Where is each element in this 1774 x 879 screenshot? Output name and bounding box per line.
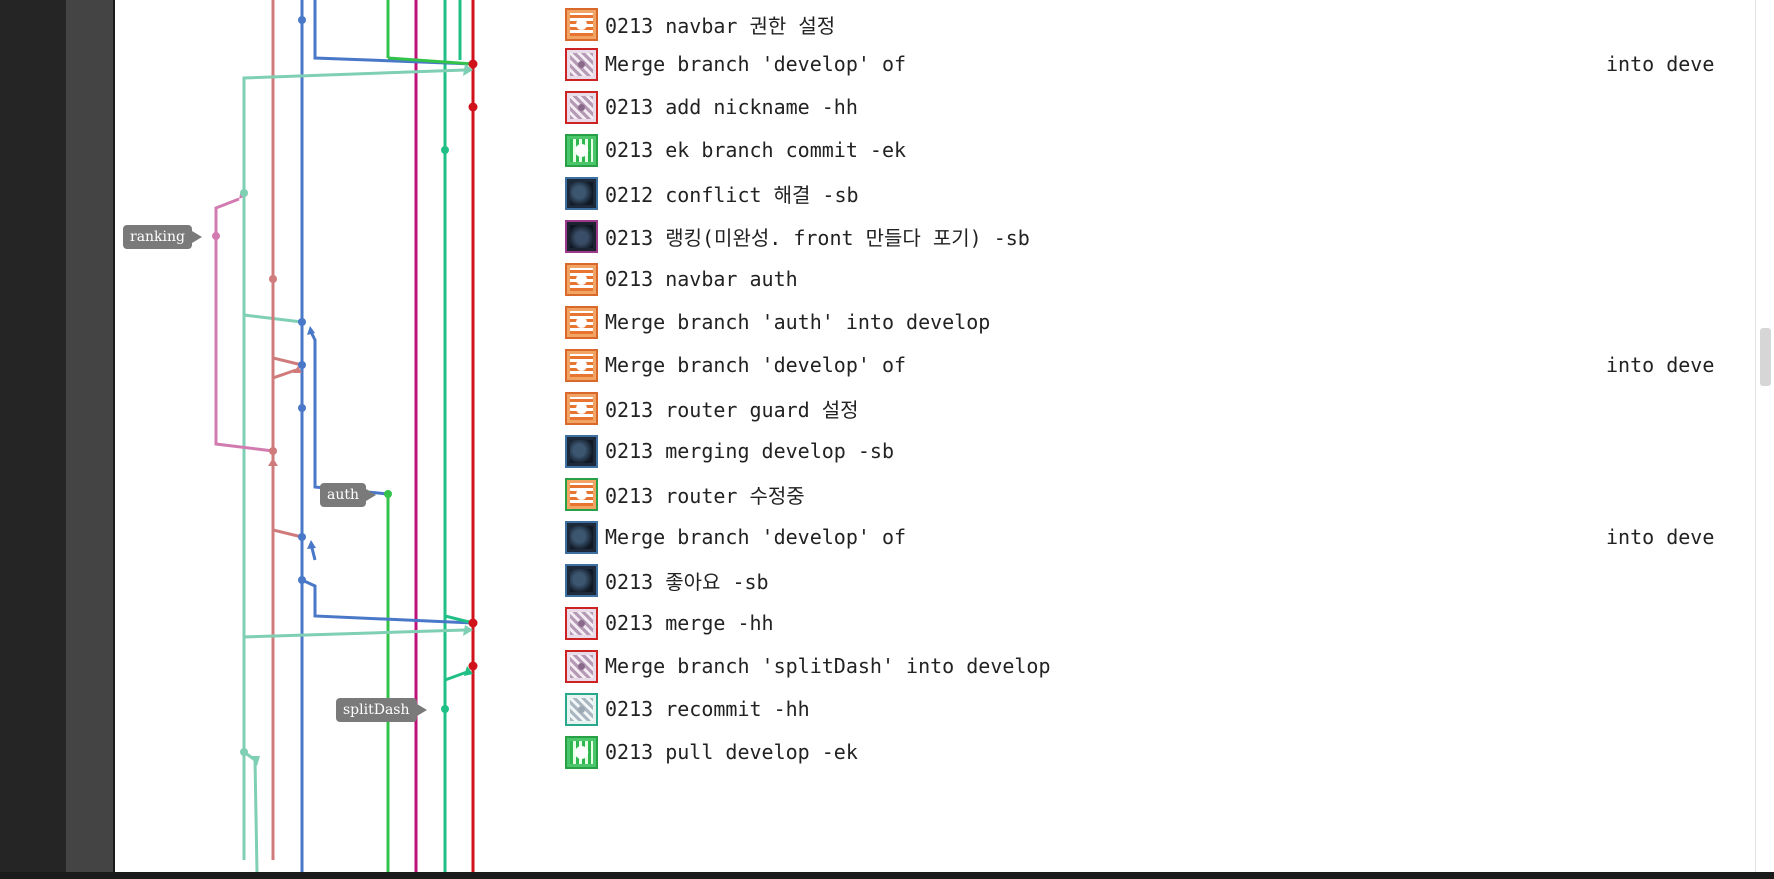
teal-bottom <box>243 750 259 872</box>
author-avatar <box>565 348 598 382</box>
commit-message: 0213 pull develop -ek <box>605 740 858 764</box>
commit-row[interactable]: 0213 랭킹(미완성. front 만들다 포기) -sb <box>565 212 1030 260</box>
commit-message: Merge branch 'develop' of <box>605 52 907 76</box>
commit-message: Merge branch 'splitDash' into develop <box>605 654 1051 678</box>
commit-row[interactable]: Merge branch 'develop' of <box>565 40 906 88</box>
teal-merge-2 <box>242 628 466 860</box>
commit-message: Merge branch 'develop' of <box>605 525 907 549</box>
commit-dot <box>441 705 449 713</box>
bottom-edge <box>0 872 1774 879</box>
author-avatar <box>565 262 598 296</box>
commit-history-view: ranking auth splitDash 0213 navbar 권한 설정… <box>115 0 1755 872</box>
author-avatar <box>565 563 598 597</box>
author-avatar <box>565 606 598 640</box>
commit-dot <box>240 189 248 197</box>
salmon-to-blue-2 <box>271 465 303 539</box>
commit-message: 0213 랭킹(미완성. front 만들다 포기) -sb <box>605 225 1030 250</box>
commit-message: 0213 add nickname -hh <box>605 95 858 119</box>
vertical-scrollbar[interactable] <box>1755 0 1774 872</box>
scrollbar-thumb[interactable] <box>1760 328 1771 386</box>
author-avatar <box>565 219 598 253</box>
commit-message: 0213 router 수정중 <box>605 483 805 508</box>
commit-dot <box>468 661 478 671</box>
commit-row[interactable]: 0213 ek branch commit -ek <box>565 126 906 174</box>
commit-row[interactable]: 0213 pull develop -ek <box>565 728 858 776</box>
commit-graph <box>212 0 478 872</box>
author-avatar <box>565 176 598 210</box>
commit-row[interactable]: Merge branch 'develop' of <box>565 513 906 561</box>
author-avatar <box>565 477 598 511</box>
arrowhead <box>307 326 315 335</box>
commit-message: 0212 conflict 해결 -sb <box>605 182 859 207</box>
commit-row[interactable]: 0213 router guard 설정 <box>565 384 859 432</box>
arrowhead <box>307 540 316 549</box>
seagreen-merge <box>443 150 474 625</box>
commit-dot <box>468 59 478 69</box>
commit-dot <box>298 318 306 326</box>
author-avatar <box>565 133 598 167</box>
commit-message-tail: into deve <box>1606 353 1715 377</box>
branch-tag-splitdash[interactable]: splitDash <box>336 698 426 722</box>
commit-message-tail: into deve <box>1606 52 1715 76</box>
blue-auth <box>308 329 389 496</box>
commit-row[interactable]: 0213 router 수정중 <box>565 470 805 518</box>
commit-dot <box>384 490 392 498</box>
arrowhead <box>268 458 278 466</box>
commit-dot <box>269 275 277 283</box>
commit-row[interactable]: Merge branch 'auth' into develop <box>565 298 990 346</box>
commit-message: 0213 ek branch commit -ek <box>605 138 907 162</box>
commit-dot <box>269 447 277 455</box>
commit-dot <box>240 748 248 756</box>
branch-tag-ranking[interactable]: ranking <box>123 225 202 249</box>
author-avatar <box>565 7 598 41</box>
author-avatar <box>565 692 598 726</box>
commit-row[interactable]: 0212 conflict 해결 -sb <box>565 169 859 217</box>
commit-message: 0213 navbar 권한 설정 <box>605 13 836 38</box>
commit-message: 0213 merging develop -sb <box>605 439 894 463</box>
commit-dot <box>298 533 306 541</box>
commit-row[interactable]: 0213 merge -hh <box>565 599 774 647</box>
side-panel <box>66 0 114 879</box>
author-avatar <box>565 305 598 339</box>
commit-message: 0213 recommit -hh <box>605 697 810 721</box>
commit-dot <box>298 16 306 24</box>
commit-row[interactable]: Merge branch 'develop' of <box>565 341 906 389</box>
commit-dot <box>298 576 306 584</box>
merge-blue-1 <box>313 0 474 66</box>
commit-dot <box>468 102 478 112</box>
commit-dot <box>441 146 449 154</box>
author-avatar <box>565 520 598 554</box>
author-avatar <box>565 391 598 425</box>
commit-row[interactable]: 0213 add nickname -hh <box>565 83 858 131</box>
commit-dot <box>298 361 306 369</box>
pink-ranking <box>214 197 240 236</box>
branch-tag-auth[interactable]: auth <box>320 483 377 507</box>
commit-message: Merge branch 'auth' into develop <box>605 310 991 334</box>
activity-bar <box>0 0 66 879</box>
commit-message: 0213 router guard 설정 <box>605 397 859 422</box>
salmon-up-1 <box>271 368 297 451</box>
author-avatar <box>565 649 598 683</box>
commit-message: Merge branch 'develop' of <box>605 353 907 377</box>
commit-dot <box>298 404 306 412</box>
commit-dot <box>468 618 478 628</box>
commit-row[interactable]: 0213 merging develop -sb <box>565 427 894 475</box>
commit-row[interactable]: Merge branch 'splitDash' into develop <box>565 642 1051 690</box>
commit-row[interactable]: 0213 navbar auth <box>565 255 798 303</box>
author-avatar <box>565 434 598 468</box>
commit-message-tail: into deve <box>1606 525 1715 549</box>
author-avatar <box>565 735 598 769</box>
commit-row[interactable]: 0213 recommit -hh <box>565 685 810 733</box>
commit-dot <box>212 232 220 240</box>
commit-message: 0213 좋아요 -sb <box>605 569 769 594</box>
author-avatar <box>565 90 598 124</box>
commit-message: 0213 navbar auth <box>605 267 798 291</box>
commit-message: 0213 merge -hh <box>605 611 774 635</box>
author-avatar <box>565 47 598 81</box>
splitdash-merge <box>443 670 468 709</box>
commit-row[interactable]: 0213 좋아요 -sb <box>565 556 769 604</box>
